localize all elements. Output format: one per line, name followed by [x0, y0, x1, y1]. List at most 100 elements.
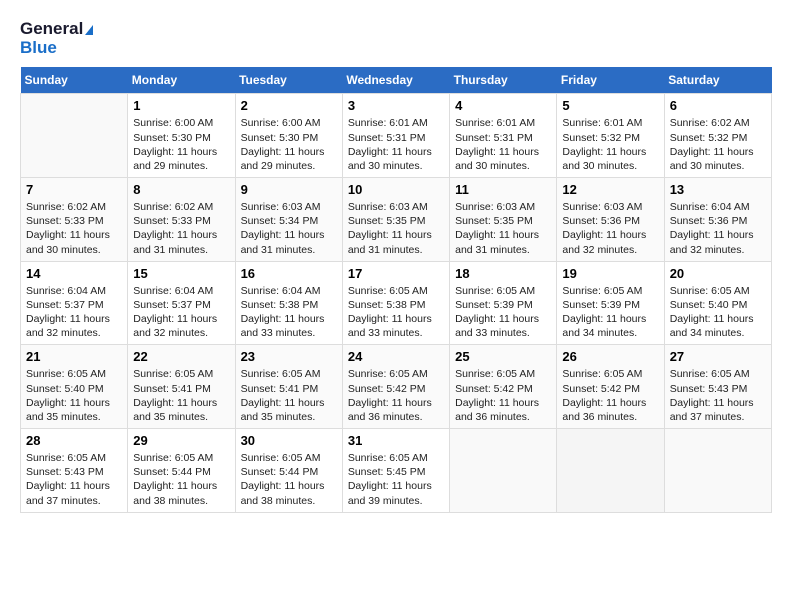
calendar-cell: 24 Sunrise: 6:05 AMSunset: 5:42 PMDayligh…	[342, 345, 449, 429]
col-header-wednesday: Wednesday	[342, 67, 449, 94]
cell-info: Sunrise: 6:04 AMSunset: 5:36 PMDaylight:…	[670, 200, 766, 257]
calendar-cell: 30Sunrise: 6:05 AMSunset: 5:44 PMDayligh…	[235, 429, 342, 513]
day-number: 14	[26, 266, 122, 281]
cell-info: Sunrise: 6:05 AMSunset: 5:42 PMDaylight:…	[562, 367, 658, 424]
day-number: 19	[562, 266, 658, 281]
day-number: 20	[670, 266, 766, 281]
day-number: 3	[348, 98, 444, 113]
cell-info: Sunrise: 6:05 AMSunset: 5:45 PMDaylight:…	[348, 451, 444, 508]
cell-info: Sunrise: 6:04 AMSunset: 5:37 PMDaylight:…	[133, 284, 229, 341]
calendar-cell: 28 Sunrise: 6:05 AMSunset: 5:43 PMDayligh…	[21, 429, 128, 513]
calendar-cell: 5 Sunrise: 6:01 AMSunset: 5:32 PMDaylight…	[557, 94, 664, 178]
cell-info: Sunrise: 6:03 AMSunset: 5:35 PMDaylight:…	[455, 200, 551, 257]
cell-info: Sunrise: 6:05 AMSunset: 5:43 PMDaylight:…	[26, 451, 122, 508]
day-number: 22	[133, 349, 229, 364]
cell-info: Sunrise: 6:02 AMSunset: 5:32 PMDaylight:…	[670, 116, 766, 173]
cell-info: Sunrise: 6:05 AMSunset: 5:39 PMDaylight:…	[562, 284, 658, 341]
cell-info: Sunrise: 6:02 AMSunset: 5:33 PMDaylight:…	[26, 200, 122, 257]
cell-info: Sunrise: 6:04 AMSunset: 5:38 PMDaylight:…	[241, 284, 337, 341]
day-number: 21	[26, 349, 122, 364]
calendar-cell: 9Sunrise: 6:03 AMSunset: 5:34 PMDaylight…	[235, 178, 342, 262]
cell-info: Sunrise: 6:01 AMSunset: 5:31 PMDaylight:…	[348, 116, 444, 173]
calendar-cell	[21, 94, 128, 178]
col-header-tuesday: Tuesday	[235, 67, 342, 94]
cell-info: Sunrise: 6:05 AMSunset: 5:42 PMDaylight:…	[348, 367, 444, 424]
calendar-cell: 22 Sunrise: 6:05 AMSunset: 5:41 PMDayligh…	[128, 345, 235, 429]
cell-info: Sunrise: 6:05 AMSunset: 5:41 PMDaylight:…	[241, 367, 337, 424]
header-row: SundayMondayTuesdayWednesdayThursdayFrid…	[21, 67, 772, 94]
calendar-cell: 17 Sunrise: 6:05 AMSunset: 5:38 PMDayligh…	[342, 261, 449, 345]
week-row-3: 14 Sunrise: 6:04 AMSunset: 5:37 PMDayligh…	[21, 261, 772, 345]
cell-info: Sunrise: 6:03 AMSunset: 5:36 PMDaylight:…	[562, 200, 658, 257]
col-header-monday: Monday	[128, 67, 235, 94]
calendar-cell: 21Sunrise: 6:05 AMSunset: 5:40 PMDayligh…	[21, 345, 128, 429]
logo: General Blue	[20, 20, 93, 57]
calendar-cell	[557, 429, 664, 513]
day-number: 24	[348, 349, 444, 364]
day-number: 26	[562, 349, 658, 364]
day-number: 31	[348, 433, 444, 448]
day-number: 12	[562, 182, 658, 197]
cell-info: Sunrise: 6:00 AMSunset: 5:30 PMDaylight:…	[241, 116, 337, 173]
day-number: 13	[670, 182, 766, 197]
cell-info: Sunrise: 6:00 AMSunset: 5:30 PMDaylight:…	[133, 116, 229, 173]
cell-info: Sunrise: 6:05 AMSunset: 5:38 PMDaylight:…	[348, 284, 444, 341]
calendar-cell	[450, 429, 557, 513]
cell-info: Sunrise: 6:03 AMSunset: 5:34 PMDaylight:…	[241, 200, 337, 257]
calendar-cell: 18 Sunrise: 6:05 AMSunset: 5:39 PMDayligh…	[450, 261, 557, 345]
day-number: 8	[133, 182, 229, 197]
week-row-4: 21Sunrise: 6:05 AMSunset: 5:40 PMDayligh…	[21, 345, 772, 429]
calendar-cell: 31 Sunrise: 6:05 AMSunset: 5:45 PMDayligh…	[342, 429, 449, 513]
day-number: 2	[241, 98, 337, 113]
calendar-cell: 20 Sunrise: 6:05 AMSunset: 5:40 PMDayligh…	[664, 261, 771, 345]
day-number: 18	[455, 266, 551, 281]
calendar-cell	[664, 429, 771, 513]
day-number: 27	[670, 349, 766, 364]
cell-info: Sunrise: 6:05 AMSunset: 5:41 PMDaylight:…	[133, 367, 229, 424]
week-row-2: 7 Sunrise: 6:02 AMSunset: 5:33 PMDaylight…	[21, 178, 772, 262]
calendar-cell: 16 Sunrise: 6:04 AMSunset: 5:38 PMDayligh…	[235, 261, 342, 345]
calendar-cell: 27 Sunrise: 6:05 AMSunset: 5:43 PMDayligh…	[664, 345, 771, 429]
cell-info: Sunrise: 6:01 AMSunset: 5:32 PMDaylight:…	[562, 116, 658, 173]
day-number: 5	[562, 98, 658, 113]
cell-info: Sunrise: 6:05 AMSunset: 5:44 PMDaylight:…	[133, 451, 229, 508]
day-number: 10	[348, 182, 444, 197]
calendar-cell: 8 Sunrise: 6:02 AMSunset: 5:33 PMDaylight…	[128, 178, 235, 262]
cell-info: Sunrise: 6:01 AMSunset: 5:31 PMDaylight:…	[455, 116, 551, 173]
day-number: 16	[241, 266, 337, 281]
day-number: 15	[133, 266, 229, 281]
calendar-cell: 13 Sunrise: 6:04 AMSunset: 5:36 PMDayligh…	[664, 178, 771, 262]
cell-info: Sunrise: 6:05 AMSunset: 5:42 PMDaylight:…	[455, 367, 551, 424]
calendar-table: SundayMondayTuesdayWednesdayThursdayFrid…	[20, 67, 772, 512]
calendar-cell: 19 Sunrise: 6:05 AMSunset: 5:39 PMDayligh…	[557, 261, 664, 345]
day-number: 1	[133, 98, 229, 113]
day-number: 25	[455, 349, 551, 364]
day-number: 11	[455, 182, 551, 197]
calendar-cell: 11 Sunrise: 6:03 AMSunset: 5:35 PMDayligh…	[450, 178, 557, 262]
cell-info: Sunrise: 6:02 AMSunset: 5:33 PMDaylight:…	[133, 200, 229, 257]
day-number: 17	[348, 266, 444, 281]
calendar-cell: 12 Sunrise: 6:03 AMSunset: 5:36 PMDayligh…	[557, 178, 664, 262]
calendar-cell: 7 Sunrise: 6:02 AMSunset: 5:33 PMDaylight…	[21, 178, 128, 262]
week-row-1: 1 Sunrise: 6:00 AMSunset: 5:30 PMDaylight…	[21, 94, 772, 178]
calendar-cell: 4Sunrise: 6:01 AMSunset: 5:31 PMDaylight…	[450, 94, 557, 178]
calendar-cell: 25 Sunrise: 6:05 AMSunset: 5:42 PMDayligh…	[450, 345, 557, 429]
week-row-5: 28 Sunrise: 6:05 AMSunset: 5:43 PMDayligh…	[21, 429, 772, 513]
cell-info: Sunrise: 6:05 AMSunset: 5:40 PMDaylight:…	[670, 284, 766, 341]
calendar-cell: 26 Sunrise: 6:05 AMSunset: 5:42 PMDayligh…	[557, 345, 664, 429]
day-number: 28	[26, 433, 122, 448]
calendar-cell: 2 Sunrise: 6:00 AMSunset: 5:30 PMDaylight…	[235, 94, 342, 178]
col-header-sunday: Sunday	[21, 67, 128, 94]
cell-info: Sunrise: 6:05 AMSunset: 5:43 PMDaylight:…	[670, 367, 766, 424]
page-header: General Blue	[20, 20, 772, 57]
col-header-saturday: Saturday	[664, 67, 771, 94]
day-number: 7	[26, 182, 122, 197]
cell-info: Sunrise: 6:05 AMSunset: 5:39 PMDaylight:…	[455, 284, 551, 341]
calendar-cell: 1 Sunrise: 6:00 AMSunset: 5:30 PMDaylight…	[128, 94, 235, 178]
day-number: 23	[241, 349, 337, 364]
calendar-cell: 29Sunrise: 6:05 AMSunset: 5:44 PMDayligh…	[128, 429, 235, 513]
cell-info: Sunrise: 6:04 AMSunset: 5:37 PMDaylight:…	[26, 284, 122, 341]
cell-info: Sunrise: 6:03 AMSunset: 5:35 PMDaylight:…	[348, 200, 444, 257]
calendar-cell: 23 Sunrise: 6:05 AMSunset: 5:41 PMDayligh…	[235, 345, 342, 429]
col-header-thursday: Thursday	[450, 67, 557, 94]
